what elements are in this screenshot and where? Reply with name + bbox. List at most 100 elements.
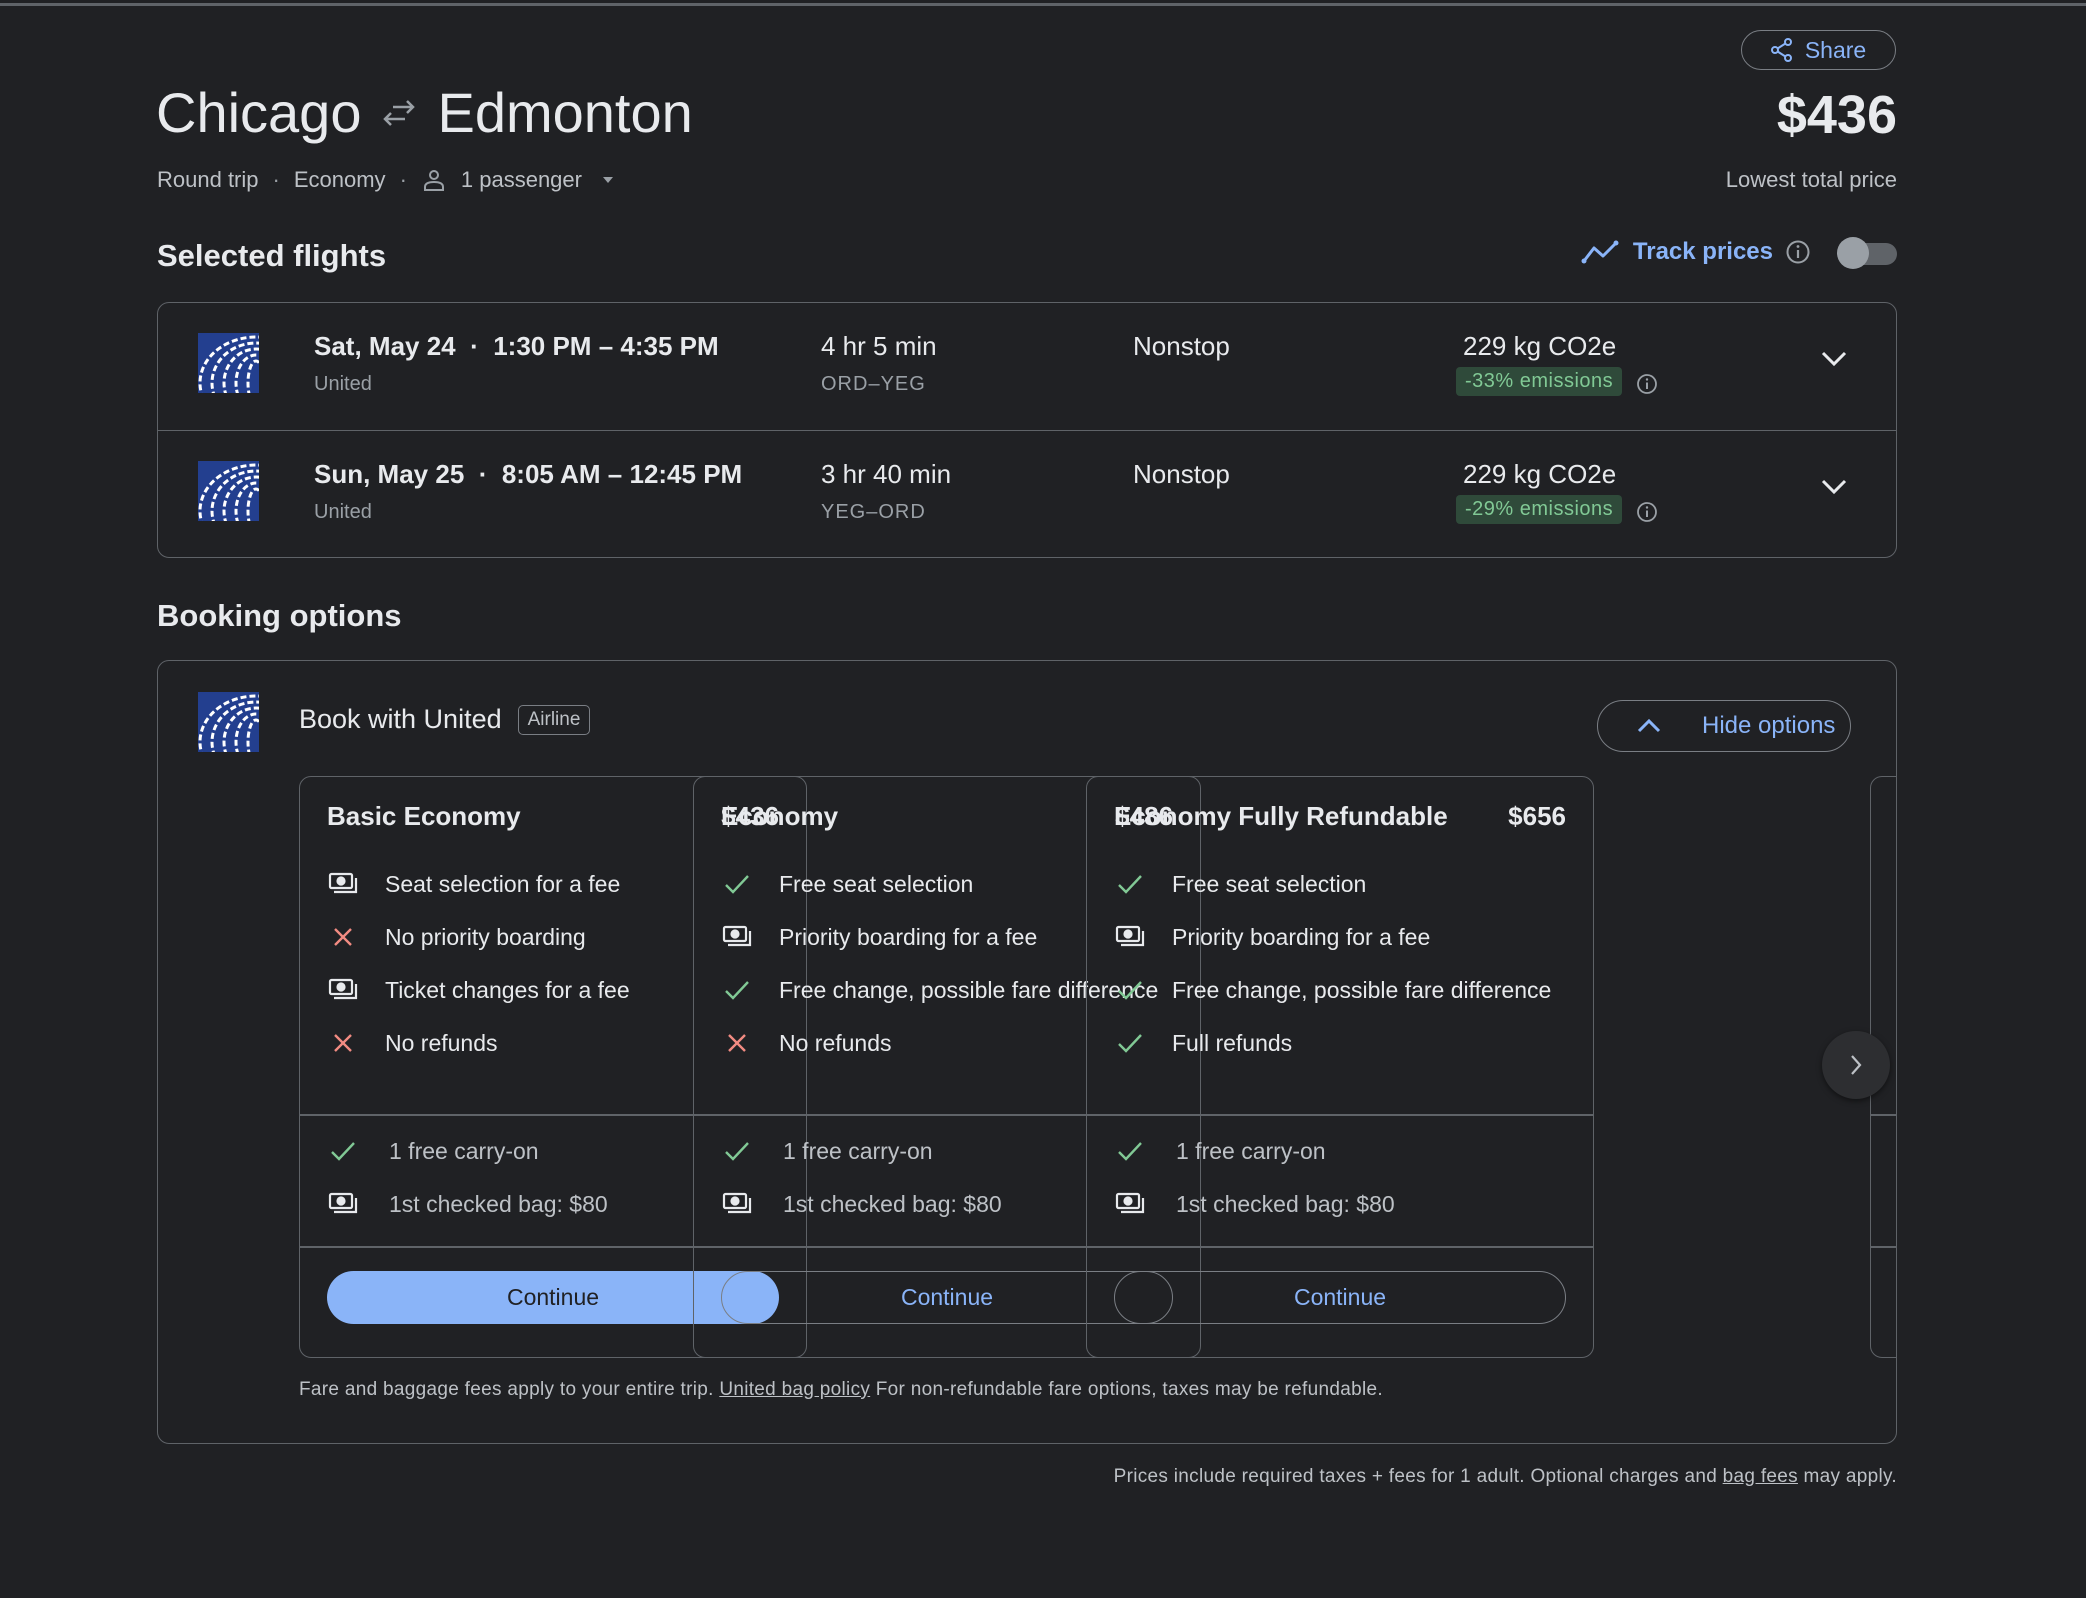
airline-badge: Airline [517,704,591,735]
expand-flight-button[interactable] [1820,349,1848,372]
trip-type: Round trip [157,167,259,192]
hide-options-button[interactable]: Hide options [1597,700,1851,752]
passenger-selector[interactable]: 1 passenger [421,167,620,193]
info-icon[interactable] [1636,373,1658,395]
share-icon [1770,38,1792,62]
bag-policy-link[interactable]: United bag policy [719,1379,870,1400]
united-logo [198,333,259,393]
baggage-item: 1 free carry-on [1114,1134,1573,1168]
round-trip-arrows-icon [383,99,416,126]
chevron-up-icon [1637,718,1661,733]
selected-flights-list: Sat, May 24 · 1:30 PM – 4:35 PM United 4… [157,302,1897,558]
check-icon [1118,1142,1142,1161]
fare-feature-label: Free change, possible fare difference [1172,977,1552,1003]
baggage-item: 1st checked bag: $80 [1114,1187,1573,1221]
lowest-price: $436 [1776,85,1897,145]
fare-name: Economy Fully Refundable [1114,801,1448,831]
top-divider [0,3,2086,6]
flight-route: ORD–YEG [821,373,926,395]
disclaimer-text-2: may apply. [1797,1466,1897,1487]
money-icon [1115,1192,1145,1214]
fare-feature-label: No refunds [385,1030,498,1056]
flight-co2: 229 kg CO2e [1463,459,1617,489]
track-prices-toggle[interactable] [1837,237,1897,269]
chevron-down-icon[interactable] [1820,349,1848,367]
info-icon[interactable] [1785,239,1811,265]
money-icon [328,872,358,894]
baggage-label: 1st checked bag: $80 [1176,1190,1395,1217]
fare-card: Economy Fully Refundable $656 Free seat … [1086,776,1594,1358]
flight-stops: Nonstop [1133,331,1230,361]
destination-city: Edmonton [437,81,693,144]
united-globe-icon [198,692,259,752]
trip-summary: Round trip · Economy · 1 passenger [157,167,620,193]
united-logo [198,461,259,521]
share-button[interactable]: Share [1741,30,1896,70]
disclaimer-text: Prices include required taxes + fees for… [1113,1466,1723,1487]
fare-feature-label: Seat selection for a fee [385,871,621,897]
baggage-label: 1 free carry-on [1176,1137,1326,1164]
flight-duration: 4 hr 5 min [821,331,937,361]
baggage-label: 1 free carry-on [389,1137,539,1164]
flight-row[interactable]: Sat, May 24 · 1:30 PM – 4:35 PM United 4… [158,303,1896,430]
selected-flights-heading: Selected flights [157,238,387,273]
baggage-label: 1st checked bag: $80 [389,1190,608,1217]
x-icon [334,928,352,946]
flight-airline: United [314,373,372,395]
united-globe-icon [198,333,259,393]
money-icon [722,1192,752,1214]
fine-print-text-2: For non-refundable fare options, taxes m… [870,1379,1383,1400]
check-icon [725,1142,749,1161]
bag-fees-link[interactable]: bag fees [1723,1466,1798,1487]
person-icon [423,170,444,191]
info-icon[interactable] [1636,501,1658,523]
fare-feature-label: No priority boarding [385,924,586,950]
expand-flight-button[interactable] [1820,477,1848,500]
fine-print-text: Fare and baggage fees apply to your enti… [299,1379,714,1400]
share-label: Share [1804,36,1867,63]
trend-line-icon [1581,240,1619,264]
track-prices: Track prices [1581,237,1897,269]
fare-feature: Free change, possible fare difference [1114,973,1573,1007]
fare-feature-label: Priority boarding for a fee [779,924,1038,950]
divider [1087,1114,1593,1116]
origin-city: Chicago [156,81,362,144]
fare-feature-label: Ticket changes for a fee [385,977,630,1003]
fare-feature-label: Priority boarding for a fee [1172,924,1431,950]
fare-fine-print: Fare and baggage fees apply to your enti… [299,1379,1383,1401]
page-title: Chicago Edmonton [156,80,693,145]
baggage-label: 1 free carry-on [783,1137,933,1164]
flight-airline: United [314,501,372,523]
fare-feature-label: No refunds [779,1030,892,1056]
hide-options-label: Hide options [1702,712,1836,739]
lowest-price-caption: Lowest total price [1725,167,1897,192]
emissions-badge: -29% emissions [1456,495,1623,524]
flight-route: YEG–ORD [821,501,926,523]
x-icon [728,1034,746,1052]
fare-name: Basic Economy [327,801,521,831]
passenger-count: 1 passenger [460,167,582,192]
next-fares-button[interactable] [1822,1031,1890,1099]
check-icon [725,875,749,894]
united-globe-icon [198,461,259,521]
chevron-down-icon[interactable] [1820,477,1848,495]
flight-stops: Nonstop [1133,459,1230,489]
flight-duration: 3 hr 40 min [821,459,952,489]
fare-feature: Free seat selection [1114,867,1573,901]
fare-name: Economy [721,801,839,831]
check-icon [1118,875,1142,894]
flight-row[interactable]: Sun, May 25 · 8:05 AM – 12:45 PM United … [158,430,1896,558]
x-icon [334,1034,352,1052]
check-icon [1118,981,1142,1000]
continue-button[interactable]: Continue [1114,1271,1566,1324]
cabin-class: Economy [293,167,386,192]
fare-feature-label: Free seat selection [1172,871,1367,897]
dropdown-arrow-icon [602,177,613,183]
money-icon [328,1192,358,1214]
emissions-badge: -33% emissions [1456,367,1623,396]
flight-co2: 229 kg CO2e [1463,331,1617,361]
baggage-label: 1st checked bag: $80 [783,1190,1002,1217]
track-prices-label: Track prices [1632,238,1773,265]
flight-date-time: Sat, May 24 · 1:30 PM – 4:35 PM [314,331,719,361]
check-icon [725,981,749,1000]
